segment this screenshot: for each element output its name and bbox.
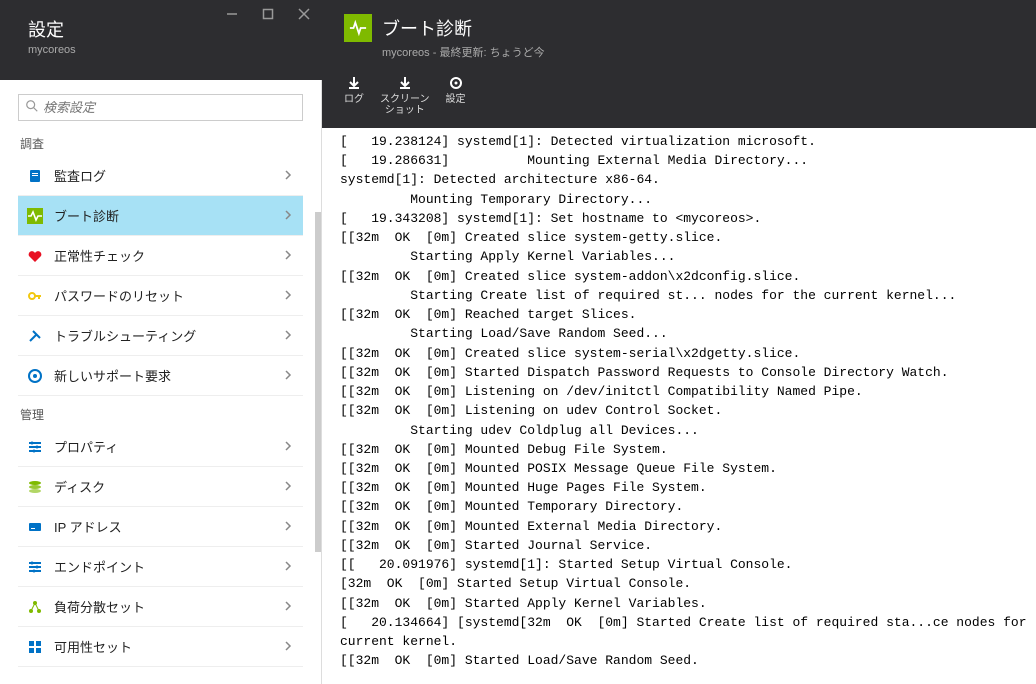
boot-diag-icon <box>344 14 372 42</box>
log-output: [ 19.238124] systemd[1]: Detected virtua… <box>322 128 1036 684</box>
gear-icon <box>448 74 464 92</box>
nav-item-label: 正常性チェック <box>54 246 145 265</box>
nav-item-label: ディスク <box>54 477 105 496</box>
sliders-icon <box>26 438 44 456</box>
nav-item-troubleshoot[interactable]: トラブルシューティング <box>18 316 303 356</box>
nav-item-label: エンドポイント <box>54 557 145 576</box>
chevron-right-icon <box>283 168 293 183</box>
nav-item-boot-diag[interactable]: ブート診断 <box>18 196 303 236</box>
settings-subtitle: mycoreos <box>28 44 306 56</box>
nav-item-label: ブート診断 <box>54 206 119 225</box>
chevron-right-icon <box>283 288 293 303</box>
card-icon <box>26 518 44 536</box>
heart-icon <box>26 247 44 265</box>
nav-item-label: プロパティ <box>54 437 118 456</box>
nav-item-label: 可用性セット <box>54 637 132 656</box>
chevron-right-icon <box>283 208 293 223</box>
nav-item-label: IP アドレス <box>54 517 122 536</box>
disks-icon <box>26 478 44 496</box>
nav-item-label: 負荷分散セット <box>54 597 145 616</box>
nav-item-pw-reset[interactable]: パスワードのリセット <box>18 276 303 316</box>
toolbar-label: ログ <box>344 94 364 105</box>
download-icon <box>346 74 362 92</box>
nav-item-label: トラブルシューティング <box>54 326 196 345</box>
minimize-button[interactable] <box>214 0 250 28</box>
chevron-right-icon <box>283 368 293 383</box>
toolbar-label: 設定 <box>446 94 466 105</box>
doc-icon <box>26 167 44 185</box>
search-settings[interactable] <box>18 94 303 121</box>
chevron-right-icon <box>283 248 293 263</box>
toolbar-settings-button[interactable]: 設定 <box>446 72 482 120</box>
support-icon <box>26 367 44 385</box>
chevron-right-icon <box>283 439 293 454</box>
nav-item-label: 監査ログ <box>54 166 106 185</box>
toolbar-screenshot-button[interactable]: スクリーンショット <box>380 72 446 120</box>
chevron-right-icon <box>283 328 293 343</box>
page-title: ブート診断 <box>382 15 472 41</box>
chevron-right-icon <box>283 599 293 614</box>
maximize-button[interactable] <box>250 0 286 28</box>
key-icon <box>26 287 44 305</box>
search-icon <box>25 99 39 116</box>
nav-item-health[interactable]: 正常性チェック <box>18 236 303 276</box>
nav-item-audit-log[interactable]: 監査ログ <box>18 156 303 196</box>
toolbar-log-button[interactable]: ログ <box>344 72 380 120</box>
lb-icon <box>26 598 44 616</box>
tools-icon <box>26 327 44 345</box>
page-subtitle: mycoreos - 最終更新: ちょうど今 <box>382 44 1020 60</box>
nav-item-support[interactable]: 新しいサポート要求 <box>18 356 303 396</box>
chevron-right-icon <box>283 639 293 654</box>
chevron-right-icon <box>283 519 293 534</box>
sidebar-scrollbar[interactable] <box>315 212 321 684</box>
nav-item-ip[interactable]: IP アドレス <box>18 507 303 547</box>
nav-item-avail-set[interactable]: 可用性セット <box>18 627 303 667</box>
nav-item-label: パスワードのリセット <box>54 286 184 305</box>
sliders-icon <box>26 558 44 576</box>
nav-group-label: 管理 <box>20 406 303 423</box>
search-input[interactable] <box>43 100 296 115</box>
nav-item-disks[interactable]: ディスク <box>18 467 303 507</box>
download-icon <box>397 74 413 92</box>
nav-item-properties[interactable]: プロパティ <box>18 427 303 467</box>
toolbar-label: スクリーンショット <box>380 94 430 116</box>
nav-item-label: 新しいサポート要求 <box>54 366 171 385</box>
nav-item-lb-set[interactable]: 負荷分散セット <box>18 587 303 627</box>
chevron-right-icon <box>283 479 293 494</box>
nav-group-label: 調査 <box>20 135 303 152</box>
nav-item-endpoints[interactable]: エンドポイント <box>18 547 303 587</box>
close-button[interactable] <box>286 0 322 28</box>
pulse-icon <box>26 207 44 225</box>
grid-icon <box>26 638 44 656</box>
chevron-right-icon <box>283 559 293 574</box>
